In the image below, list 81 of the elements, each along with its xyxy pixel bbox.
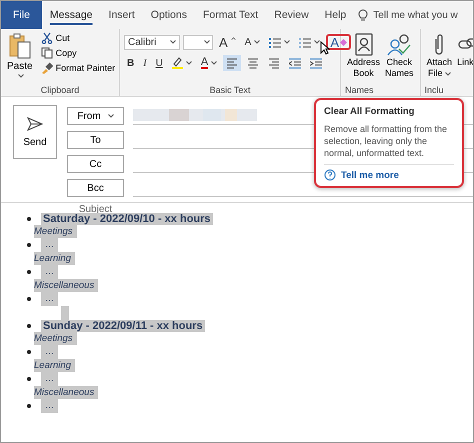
chevron-down-icon	[314, 40, 320, 44]
section-title: Learning	[34, 252, 75, 265]
bullet-list-icon	[269, 36, 282, 48]
chevron-down-icon	[211, 61, 218, 65]
ribbon-tab[interactable]: Help	[316, 1, 354, 29]
recipient-button[interactable]: To	[67, 131, 124, 149]
chevron-down-icon	[204, 40, 210, 44]
painter-button[interactable]: Format Painter	[38, 61, 118, 75]
tooltip-text: Remove all formatting from the selection, leaving only the normal, unformatted text.	[324, 123, 454, 165]
lightbulb-icon	[358, 8, 368, 22]
cut-button[interactable]: Cut	[38, 31, 118, 45]
tooltip-title: Clear All Formatting	[324, 106, 416, 117]
tell-me-search[interactable]: Tell me what you w	[373, 10, 458, 20]
chevron-down-icon	[108, 114, 114, 118]
chevron-down-icon	[186, 61, 192, 65]
align-left-button[interactable]	[223, 55, 242, 71]
section-title: Meetings	[34, 225, 77, 238]
copy-button[interactable]: Copy	[38, 46, 118, 60]
chevron-down-icon	[444, 72, 451, 76]
align-center-icon	[247, 57, 260, 69]
tell-me-more-link[interactable]: Tell me more	[341, 170, 399, 180]
send-button[interactable]: Send	[13, 105, 57, 159]
list-item: …	[41, 265, 58, 279]
eraser-icon	[340, 38, 348, 46]
font-field[interactable]: Calibri	[124, 34, 180, 50]
section-title: Meetings	[34, 332, 77, 345]
clip-button[interactable]: Attach File	[424, 31, 454, 85]
list-item: …	[41, 399, 58, 413]
section-title: Miscellaneous	[34, 279, 98, 292]
font-color-button[interactable]: A	[198, 55, 220, 71]
chevron-down-icon	[284, 40, 290, 44]
cursor-icon	[320, 41, 330, 55]
chevron-down-icon	[254, 40, 260, 44]
help-icon	[324, 169, 336, 181]
clipboard-icon	[8, 33, 31, 59]
paste-button[interactable]: Paste	[5, 31, 35, 85]
shrink-font-button[interactable]: A	[242, 34, 264, 50]
copy-icon	[40, 47, 53, 59]
send-icon	[27, 116, 43, 130]
ribbon-tab[interactable]: Insert	[100, 1, 143, 29]
people-icon	[386, 33, 412, 57]
group-label: Inclu	[424, 85, 445, 95]
grow-font-button[interactable]: A	[216, 34, 239, 50]
address-book-icon	[352, 33, 375, 57]
recipient-button[interactable]: From	[67, 107, 124, 125]
bold-button[interactable]: B	[124, 55, 138, 71]
list-item: …	[41, 345, 58, 359]
day-heading: Sunday - 2022/09/11 - xx hours	[41, 320, 205, 332]
recipient-button[interactable]: Bcc	[67, 179, 124, 197]
chevron-down-icon	[170, 40, 176, 44]
people-button[interactable]: Check Names	[383, 31, 416, 85]
subject-label: Subject	[78, 203, 112, 215]
highlighter-icon	[172, 57, 183, 69]
section-title: Learning	[34, 359, 75, 372]
group-label: Clipboard	[40, 85, 80, 95]
ribbon-tab[interactable]: Options	[142, 1, 195, 29]
chevron-down-icon	[18, 74, 24, 78]
brush-icon	[40, 62, 53, 74]
numbered-list-icon	[299, 36, 312, 48]
selection-highlight	[61, 306, 69, 320]
font-size-field[interactable]	[183, 34, 213, 50]
italic-button[interactable]: I	[140, 55, 150, 71]
ribbon-tab[interactable]: Message	[42, 1, 101, 29]
ribbon-tab[interactable]: Format Text	[194, 1, 266, 29]
recipient-button[interactable]: Cc	[67, 155, 124, 173]
list-item: …	[41, 372, 58, 386]
align-right-icon	[268, 57, 280, 69]
indent-icon	[310, 58, 322, 68]
ribbon-tab[interactable]: File	[1, 1, 42, 29]
list-item: …	[41, 292, 58, 306]
day-heading: Saturday - 2022/09/10 - xx hours	[41, 213, 213, 225]
ribbon-tab[interactable]: Review	[266, 1, 317, 29]
section-title: Miscellaneous	[34, 386, 98, 399]
list-item: …	[41, 238, 58, 252]
align-left-icon	[226, 57, 238, 69]
chevron-up-icon	[230, 37, 236, 40]
group-label: Names	[345, 85, 375, 95]
outdent-icon	[289, 58, 302, 68]
group-label: Basic Text	[208, 85, 252, 95]
underline-button[interactable]: U	[152, 55, 166, 71]
scissors-icon	[40, 32, 53, 44]
